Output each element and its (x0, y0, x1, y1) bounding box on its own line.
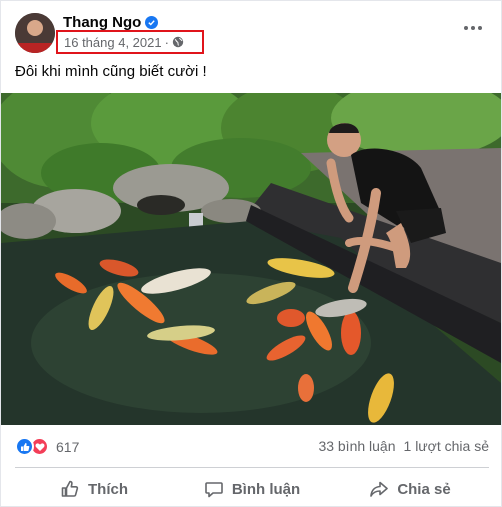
share-button[interactable]: Chia sẻ (331, 473, 489, 505)
author-row: Thang Ngo (63, 14, 159, 31)
comment-count[interactable]: 33 bình luận (318, 438, 395, 454)
dot-icon (478, 26, 482, 30)
share-count[interactable]: 1 lượt chia sẻ (404, 438, 489, 454)
comment-button[interactable]: Bình luận (173, 473, 331, 505)
share-arrow-icon (370, 481, 389, 497)
like-label: Thích (88, 480, 128, 498)
share-label: Chia sẻ (397, 480, 451, 498)
dot-icon (464, 26, 468, 30)
like-button[interactable]: Thích (15, 473, 173, 505)
like-reaction-icon (15, 437, 34, 456)
author-name[interactable]: Thang Ngo (63, 14, 141, 31)
meta-separator: · (164, 34, 169, 50)
action-bar: Thích Bình luận Chia sẻ (15, 473, 489, 505)
avatar[interactable] (15, 13, 55, 53)
post-date[interactable]: 16 tháng 4, 2021 (64, 35, 162, 50)
dot-icon (471, 26, 475, 30)
comment-label: Bình luận (231, 480, 301, 498)
post-header: Thang Ngo 16 tháng 4, 2021 · (15, 13, 495, 55)
divider (15, 467, 489, 468)
post-stats: 617 33 bình luận 1 lượt chia sẻ (15, 435, 489, 457)
globe-icon (172, 36, 184, 48)
thumbs-up-icon (61, 480, 79, 497)
comment-icon (205, 482, 223, 498)
engagement-counts: 33 bình luận 1 lượt chia sẻ (318, 438, 489, 454)
verified-badge-icon (145, 16, 159, 29)
reactions-summary[interactable]: 617 (15, 437, 79, 456)
reaction-count: 617 (56, 438, 80, 455)
post-photo[interactable] (1, 93, 501, 425)
post-meta-highlight: 16 tháng 4, 2021 · (56, 30, 204, 54)
post-card: Thang Ngo 16 tháng 4, 2021 · Đôi khi mìn… (0, 0, 502, 507)
more-options-button[interactable] (461, 22, 485, 34)
post-caption: Đôi khi mình cũng biết cười ! (15, 63, 207, 80)
